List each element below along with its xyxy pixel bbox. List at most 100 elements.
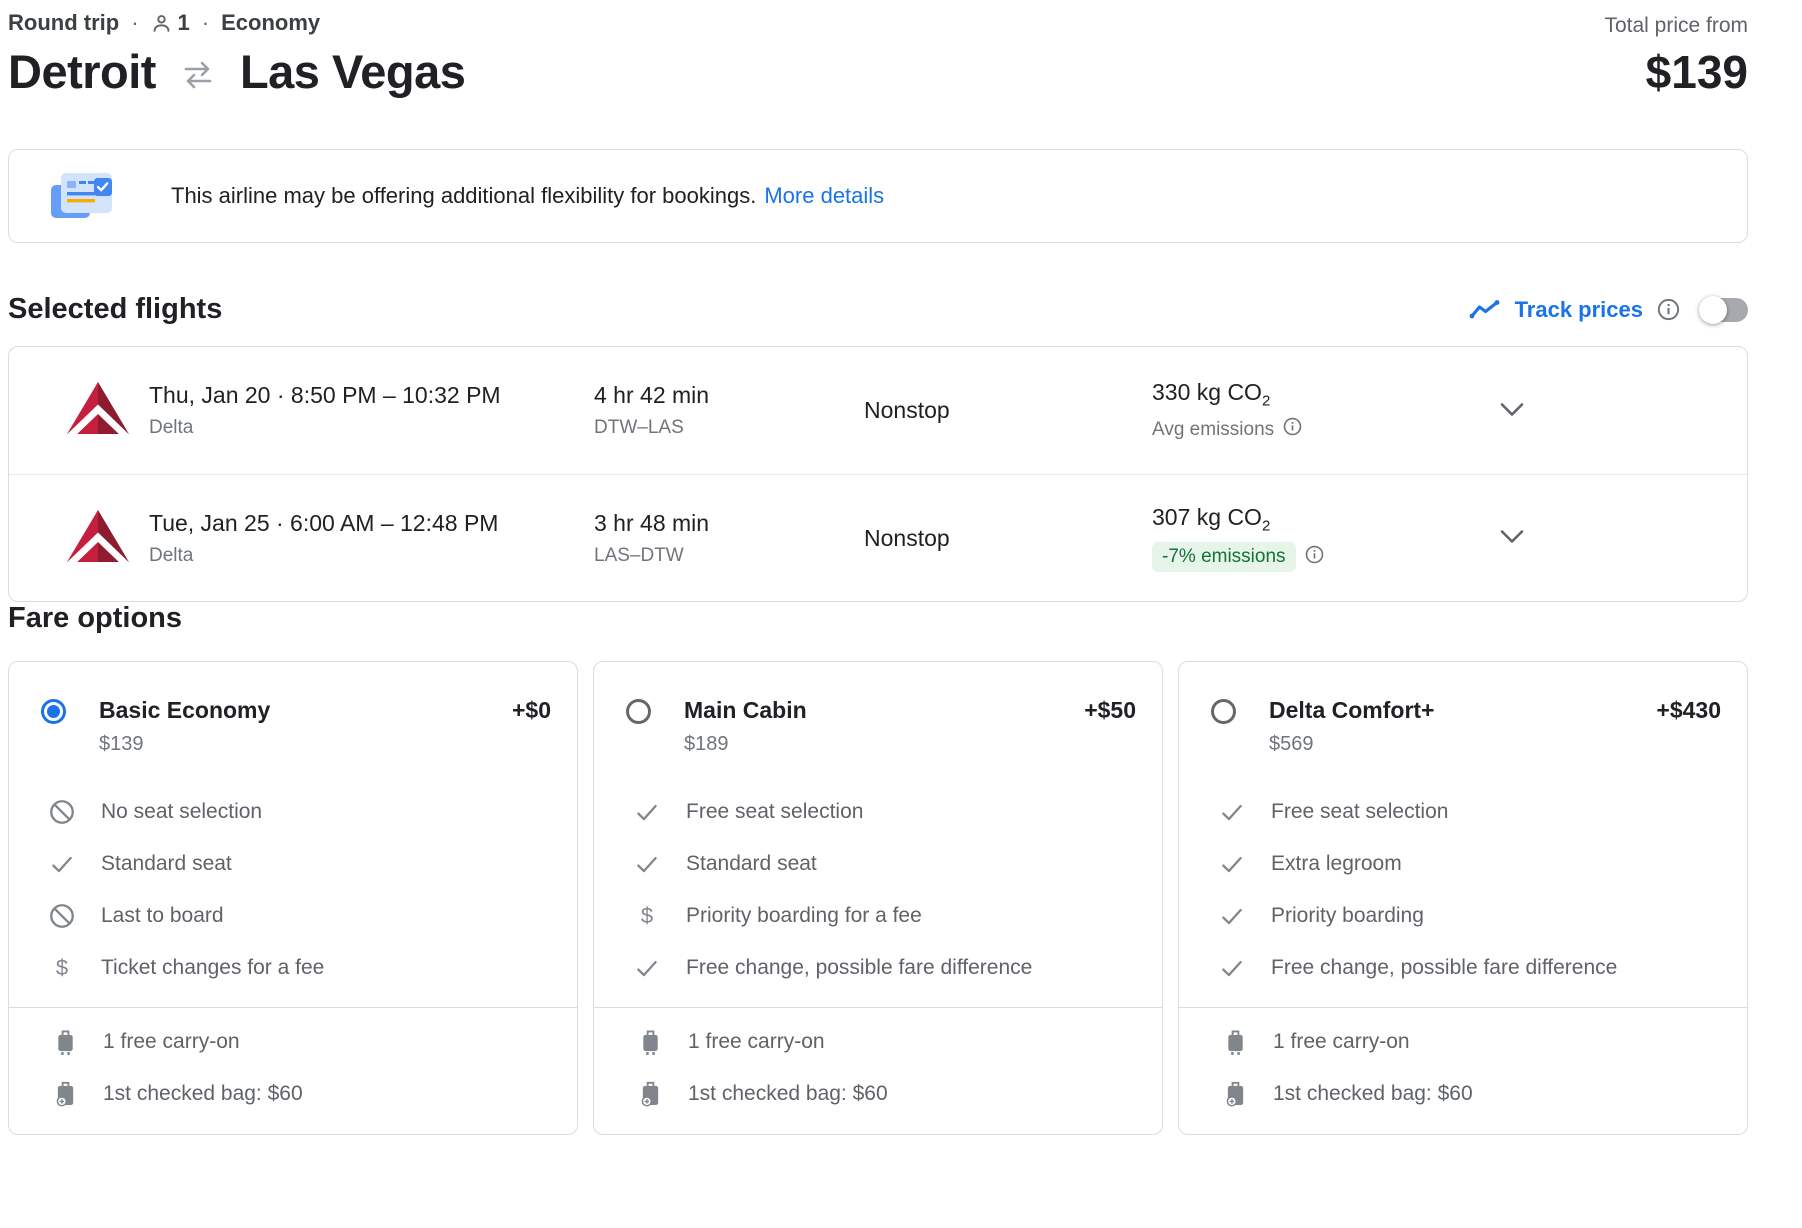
- destination-city: Las Vegas: [239, 45, 466, 98]
- trip-type-label: Round trip: [8, 10, 120, 35]
- airline-name: Delta: [149, 417, 194, 438]
- chevron-down-icon: [1498, 528, 1526, 548]
- info-icon[interactable]: [1657, 298, 1680, 321]
- flight-route: DTW–LAS: [594, 417, 684, 438]
- toggle-knob: [1699, 295, 1727, 324]
- flight-emissions-cell: 307 kg CO2 -7% emissions: [1152, 504, 1492, 573]
- fare-card-main-cabin[interactable]: Main Cabin $189 +$50 Free seat selection…: [593, 661, 1163, 1135]
- baggage-text: 1st checked bag: $60: [103, 1082, 303, 1105]
- radio-unselected-icon[interactable]: [626, 699, 651, 724]
- feature-text: Free seat selection: [686, 800, 864, 823]
- info-icon[interactable]: [1305, 545, 1324, 570]
- selected-flights-list: Thu, Jan 20 · 8:50 PM – 10:32 PM Delta 4…: [8, 346, 1748, 602]
- swap-arrows-icon: [176, 60, 220, 90]
- emissions-note-text: Avg emissions: [1152, 418, 1275, 440]
- baggage-row: 1st checked bag: $60: [638, 1068, 1142, 1120]
- carry-on-icon: [53, 1028, 77, 1056]
- check-icon: [1217, 955, 1247, 981]
- flexibility-banner: This airline may be offering additional …: [8, 149, 1748, 243]
- baggage-text: 1st checked bag: $60: [1273, 1082, 1473, 1105]
- fare-title-block: Main Cabin $189: [684, 697, 807, 756]
- flight-duration: 4 hr 42 min: [594, 382, 710, 408]
- fare-title-block: Delta Comfort+ $569: [1269, 697, 1435, 756]
- baggage-text: 1st checked bag: $60: [688, 1082, 888, 1105]
- co2-amount: 330 kg CO2: [1152, 378, 1271, 410]
- fare-delta-price: +$430: [1656, 697, 1721, 723]
- check-icon: [47, 851, 77, 877]
- expand-flight-button[interactable]: [1492, 395, 1532, 427]
- feature-row: Priority boarding: [1217, 890, 1727, 942]
- carry-on-icon: [1223, 1028, 1247, 1056]
- banner-message-text: This airline may be offering additional …: [171, 183, 757, 208]
- flight-datetime-cell: Thu, Jan 20 · 8:50 PM – 10:32 PM Delta: [149, 382, 594, 439]
- flight-results-page: Round trip · 1 · Economy Total price fro…: [8, 10, 1748, 1135]
- baggage-section: 1 free carry-on 1st checked bag: $60: [594, 1008, 1162, 1120]
- track-prices-label[interactable]: Track prices: [1515, 297, 1643, 323]
- baggage-row: 1st checked bag: $60: [53, 1068, 557, 1120]
- person-icon: [151, 13, 172, 34]
- trend-line-icon: [1469, 299, 1501, 321]
- fare-card-header: Delta Comfort+ $569 +$430: [1179, 697, 1747, 756]
- flight-duration-cell: 3 hr 48 min LAS–DTW: [594, 510, 864, 567]
- baggage-row: 1st checked bag: $60: [1223, 1068, 1727, 1120]
- feature-text: Priority boarding: [1271, 904, 1424, 927]
- check-icon: [632, 799, 662, 825]
- carry-on-icon: [638, 1028, 662, 1056]
- ban-icon: [47, 798, 77, 826]
- radio-selected-icon[interactable]: [41, 699, 66, 724]
- more-details-link[interactable]: More details: [764, 183, 884, 208]
- airline-name: Delta: [149, 544, 194, 566]
- flight-row-return[interactable]: Tue, Jan 25 · 6:00 AM – 12:48 PM Delta 3…: [9, 474, 1747, 601]
- checked-bag-icon: [1223, 1080, 1247, 1108]
- banner-message: This airline may be offering additional …: [171, 183, 884, 209]
- flight-stops: Nonstop: [864, 524, 950, 551]
- ban-icon: [47, 902, 77, 930]
- fare-name: Main Cabin: [684, 697, 807, 723]
- fare-card-header: Basic Economy $139 +$0: [9, 697, 577, 756]
- flight-duration-cell: 4 hr 42 min DTW–LAS: [594, 382, 864, 439]
- feature-text: Standard seat: [686, 852, 817, 875]
- fare-delta-price: +$0: [511, 697, 551, 723]
- passenger-count-value: 1: [177, 10, 190, 35]
- feature-row: Free seat selection: [632, 786, 1142, 838]
- emissions-note: Avg emissions: [1152, 417, 1492, 442]
- cabin-class-label: Economy: [221, 10, 321, 35]
- fare-cards: Basic Economy $139 +$0 No seat selection…: [8, 661, 1748, 1135]
- fare-card-basic-economy[interactable]: Basic Economy $139 +$0 No seat selection…: [8, 661, 578, 1135]
- fare-price: $189: [684, 733, 729, 755]
- dollar-icon: $: [640, 903, 654, 928]
- track-prices-toggle[interactable]: [1699, 295, 1748, 324]
- feature-row: Free seat selection: [1217, 786, 1727, 838]
- feature-text: No seat selection: [101, 800, 263, 823]
- flexibility-doc-icon: [49, 168, 115, 224]
- fare-card-delta-comfort-plus[interactable]: Delta Comfort+ $569 +$430 Free seat sele…: [1178, 661, 1748, 1135]
- radio-unselected-icon[interactable]: [1211, 699, 1236, 724]
- fare-price: $569: [1269, 733, 1314, 755]
- feature-text: Ticket changes for a fee: [101, 956, 325, 979]
- check-icon: [1217, 799, 1247, 825]
- baggage-text: 1 free carry-on: [688, 1030, 825, 1053]
- separator-dot: ·: [131, 10, 139, 35]
- airline-logo-cell: [9, 509, 149, 571]
- check-icon: [1217, 903, 1247, 929]
- flight-row-outbound[interactable]: Thu, Jan 20 · 8:50 PM – 10:32 PM Delta 4…: [9, 347, 1747, 474]
- checked-bag-icon: [638, 1080, 662, 1108]
- trip-summary-bar: Round trip · 1 · Economy Total price fro…: [8, 10, 1748, 38]
- total-price-value: $139: [1645, 45, 1748, 98]
- check-icon: [632, 851, 662, 877]
- fare-delta-price: +$50: [1084, 697, 1136, 723]
- feature-row: Last to board: [47, 890, 557, 942]
- feature-text: Extra legroom: [1271, 852, 1402, 875]
- emissions-badge: -7% emissions: [1152, 542, 1296, 573]
- total-price-label: Total price from: [1604, 14, 1748, 37]
- fare-card-header: Main Cabin $189 +$50: [594, 697, 1162, 756]
- expand-flight-button[interactable]: [1492, 522, 1532, 554]
- delta-logo-icon: [63, 509, 133, 571]
- passenger-count: 1: [151, 10, 190, 36]
- info-icon[interactable]: [1283, 417, 1302, 442]
- chevron-down-icon: [1498, 401, 1526, 421]
- dollar-icon: $: [55, 955, 69, 980]
- baggage-section: 1 free carry-on 1st checked bag: $60: [1179, 1008, 1747, 1120]
- delta-logo-icon: [63, 382, 133, 443]
- airline-logo-cell: [9, 382, 149, 443]
